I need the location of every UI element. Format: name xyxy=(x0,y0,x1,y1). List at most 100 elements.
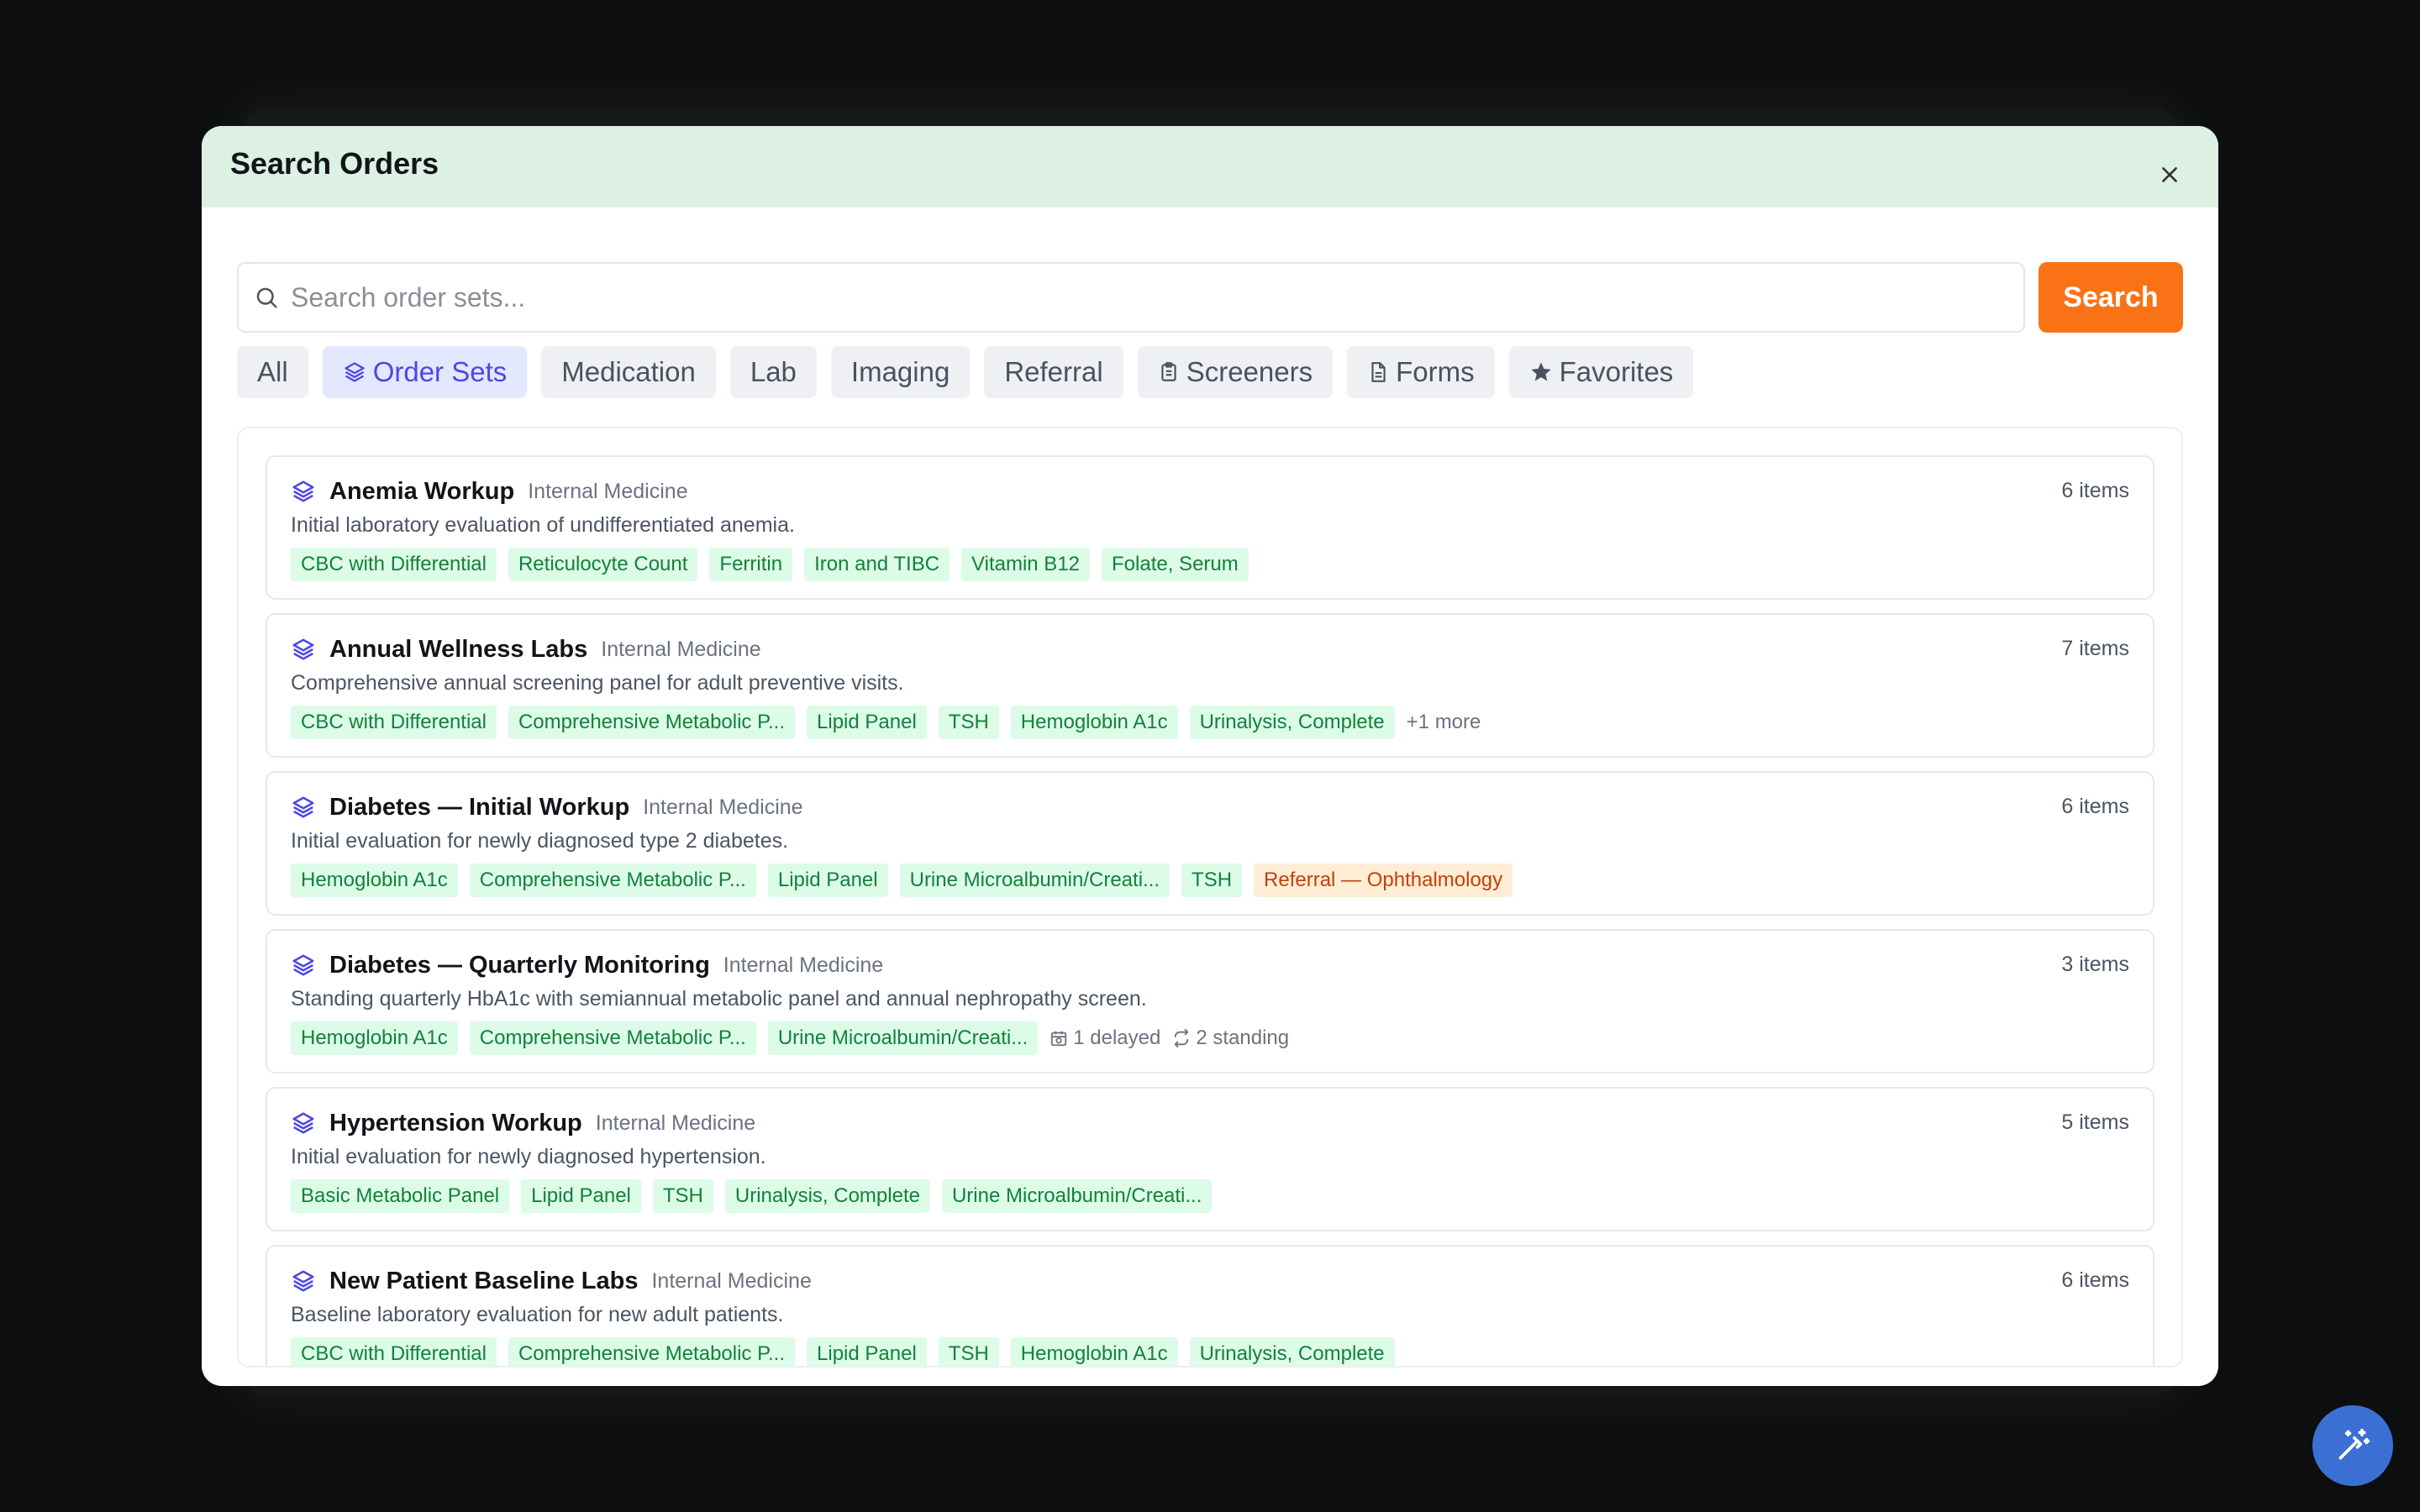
order-chip: Urine Microalbumin/Creati... xyxy=(899,864,1171,897)
delayed-count: 1 delayed xyxy=(1073,1026,1161,1049)
tab-label: Medication xyxy=(561,356,696,387)
more-items-link[interactable]: +1 more xyxy=(1407,711,1481,734)
tab-screeners[interactable]: Screeners xyxy=(1137,346,1334,398)
order-chip: Iron and TIBC xyxy=(804,548,950,581)
tab-lab[interactable]: Lab xyxy=(729,346,817,398)
order-set-name: Diabetes — Quarterly Monitoring xyxy=(329,951,710,979)
order-set-name: Diabetes — Initial Workup xyxy=(329,793,630,821)
order-chip: Comprehensive Metabolic P... xyxy=(508,706,796,739)
order-chip: Urine Microalbumin/Creati... xyxy=(767,1021,1039,1055)
modal-title: Search Orders xyxy=(230,146,439,181)
filter-tabs: All Order Sets Medication Lab Imaging Re… xyxy=(237,346,1694,398)
layers-icon xyxy=(292,796,314,818)
item-count: 3 items xyxy=(2061,953,2129,976)
tab-label: Favorites xyxy=(1559,356,1674,387)
tab-all[interactable]: All xyxy=(237,346,308,398)
tab-imaging[interactable]: Imaging xyxy=(830,346,971,398)
item-count: 6 items xyxy=(2061,795,2129,818)
clipboard-icon xyxy=(1161,362,1176,381)
repeat-icon xyxy=(1175,1029,1189,1047)
layers-icon xyxy=(292,480,314,502)
magic-wand-icon xyxy=(2338,1428,2370,1460)
order-chip: Comprehensive Metabolic P... xyxy=(469,1021,756,1055)
item-count: 6 items xyxy=(2061,479,2129,502)
magic-wand-button[interactable] xyxy=(2312,1405,2393,1486)
order-chip: Hemoglobin A1c xyxy=(1010,1337,1178,1366)
order-set-description: Initial evaluation for newly diagnosed h… xyxy=(291,1145,766,1168)
item-count: 7 items xyxy=(2061,637,2129,660)
order-chip: CBC with Differential xyxy=(291,1337,497,1366)
order-set-name: Annual Wellness Labs xyxy=(329,635,588,663)
layers-icon xyxy=(345,362,365,382)
tab-forms[interactable]: Forms xyxy=(1347,346,1495,398)
order-set-description: Standing quarterly HbA1c with semiannual… xyxy=(291,987,1147,1011)
order-chip: Comprehensive Metabolic P... xyxy=(469,864,756,897)
layers-icon xyxy=(292,1112,314,1134)
order-set-card[interactable]: Annual Wellness Labs Internal Medicine 7… xyxy=(266,613,2154,758)
tab-label: Screeners xyxy=(1186,356,1313,387)
search-row: Search xyxy=(237,262,2183,333)
modal-header: Search Orders xyxy=(202,126,2218,207)
order-set-card[interactable]: New Patient Baseline Labs Internal Medic… xyxy=(266,1245,2154,1366)
order-chip: CBC with Differential xyxy=(291,548,497,581)
standing-indicator: 2 standing xyxy=(1172,1026,1289,1050)
delayed-indicator: 1 delayed xyxy=(1050,1026,1160,1050)
results-list: Anemia Workup Internal Medicine 6 items … xyxy=(237,427,2183,1368)
order-set-name: New Patient Baseline Labs xyxy=(329,1267,639,1294)
search-box[interactable] xyxy=(237,262,2025,333)
layers-icon xyxy=(292,954,314,976)
order-set-card[interactable]: Hypertension Workup Internal Medicine 5 … xyxy=(266,1087,2154,1231)
order-chip: Hemoglobin A1c xyxy=(1010,706,1178,739)
order-set-department: Internal Medicine xyxy=(723,953,884,977)
item-count: 5 items xyxy=(2061,1110,2129,1134)
close-icon xyxy=(2162,167,2177,182)
item-count: 6 items xyxy=(2061,1268,2129,1292)
order-set-card[interactable]: Anemia Workup Internal Medicine 6 items … xyxy=(266,455,2154,600)
order-set-department: Internal Medicine xyxy=(595,1110,756,1135)
order-set-description: Initial evaluation for newly diagnosed t… xyxy=(291,829,789,853)
order-chip: TSH xyxy=(652,1179,713,1213)
order-set-department: Internal Medicine xyxy=(651,1268,812,1293)
tab-label: Order Sets xyxy=(372,356,508,387)
search-button[interactable]: Search xyxy=(2039,262,2183,333)
order-set-description: Initial laboratory evaluation of undiffe… xyxy=(291,513,795,537)
search-orders-modal: Search Orders Search All Order Sets Medi… xyxy=(202,126,2218,1386)
order-set-card[interactable]: Diabetes — Quarterly Monitoring Internal… xyxy=(266,929,2154,1074)
order-set-card[interactable]: Diabetes — Initial Workup Internal Medic… xyxy=(266,771,2154,916)
tab-order-sets[interactable]: Order Sets xyxy=(322,346,528,398)
order-chip: TSH xyxy=(1181,864,1243,897)
tab-favorites[interactable]: Favorites xyxy=(1508,346,1694,398)
layers-icon xyxy=(292,1270,314,1292)
order-chip: Urinalysis, Complete xyxy=(1189,706,1395,739)
search-icon xyxy=(256,287,277,308)
tab-label: Forms xyxy=(1396,356,1475,387)
order-chip: CBC with Differential xyxy=(291,706,497,739)
search-input[interactable] xyxy=(291,281,2023,313)
referral-chip: Referral — Ophthalmology xyxy=(1254,864,1513,897)
order-chip: Ferritin xyxy=(709,548,793,581)
document-icon xyxy=(1371,362,1386,382)
order-set-department: Internal Medicine xyxy=(528,479,688,503)
order-set-description: Baseline laboratory evaluation for new a… xyxy=(291,1303,784,1326)
order-set-department: Internal Medicine xyxy=(601,637,761,661)
layers-icon xyxy=(292,638,314,660)
order-chip: Lipid Panel xyxy=(521,1179,641,1213)
tab-label: Imaging xyxy=(850,356,950,387)
star-icon xyxy=(1530,362,1551,381)
order-set-department: Internal Medicine xyxy=(643,795,803,819)
tab-medication[interactable]: Medication xyxy=(541,346,716,398)
tab-referral[interactable]: Referral xyxy=(984,346,1123,398)
close-button[interactable] xyxy=(2154,160,2185,190)
order-chip: Reticulocyte Count xyxy=(508,548,698,581)
order-chip: Urinalysis, Complete xyxy=(724,1179,930,1213)
order-chip: Folate, Serum xyxy=(1102,548,1249,581)
order-chip: Comprehensive Metabolic P... xyxy=(508,1337,796,1366)
order-chip: Lipid Panel xyxy=(807,706,927,739)
order-chip: Hemoglobin A1c xyxy=(291,864,458,897)
order-set-name: Anemia Workup xyxy=(329,477,515,505)
order-chip: TSH xyxy=(938,1337,999,1366)
order-chip: Vitamin B12 xyxy=(961,548,1091,581)
order-chip: Urine Microalbumin/Creati... xyxy=(941,1179,1213,1213)
order-chip: Urinalysis, Complete xyxy=(1189,1337,1395,1366)
order-chip: TSH xyxy=(938,706,999,739)
